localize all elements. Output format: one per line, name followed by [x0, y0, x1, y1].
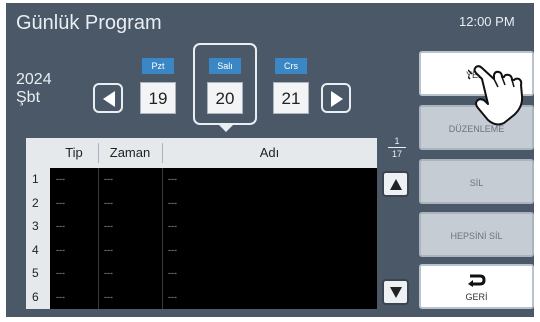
weekday-label: Şbt	[16, 89, 41, 106]
daily-program-screen: Günlük Program 12:00 PM 2024 Şbt Pzt 19 …	[6, 3, 534, 317]
clock: 12:00 PM	[459, 14, 515, 29]
table-header: Tip Zaman Adı	[26, 138, 377, 168]
back-label: GERİ	[465, 292, 488, 302]
schedule-table: Tip Zaman Adı 1 --- --- --- 2 --- --- --…	[26, 138, 377, 309]
cell-tip: ---	[56, 268, 65, 278]
cell-adi: ---	[168, 221, 177, 231]
cell-zaman: ---	[104, 291, 113, 302]
header-divider	[162, 143, 163, 163]
year-label: 2024	[16, 71, 52, 88]
cell-adi: ---	[168, 197, 177, 208]
column-zaman: Zaman	[109, 145, 151, 160]
date-display: 2024 Şbt	[16, 71, 52, 107]
page-indicator: 1 17	[386, 136, 408, 159]
cell-tip: ---	[56, 197, 65, 208]
day-19[interactable]: 19	[140, 82, 176, 114]
cell-adi: ---	[168, 244, 177, 255]
day-21[interactable]: 21	[273, 82, 309, 114]
triangle-left-icon	[103, 91, 115, 107]
header-divider	[98, 143, 99, 163]
cell-adi: ---	[168, 268, 177, 278]
page-title: Günlük Program	[16, 12, 162, 34]
page-total: 17	[391, 149, 402, 159]
cell-tip: ---	[56, 244, 65, 255]
cell-tip: ---	[56, 221, 65, 231]
cell-adi: ---	[168, 174, 177, 184]
row-number: 4	[26, 238, 50, 262]
row-number: 3	[26, 215, 50, 239]
cell-zaman: ---	[104, 221, 113, 231]
page-divider	[388, 147, 406, 148]
triangle-right-icon	[331, 91, 343, 107]
delete-all-button[interactable]: HEPSİNİ SİL	[419, 212, 534, 257]
scroll-up-button[interactable]	[382, 171, 409, 197]
cell-zaman: ---	[104, 244, 113, 255]
next-day-button[interactable]	[321, 83, 351, 113]
back-button[interactable]: GERİ	[419, 264, 534, 309]
column-adi: Adı	[259, 145, 280, 160]
return-arrow-icon	[468, 274, 486, 287]
triangle-up-icon	[390, 179, 402, 190]
delete-button[interactable]: SİL	[419, 159, 534, 204]
cell-adi: ---	[168, 291, 177, 302]
day-label-pzt: Pzt	[142, 58, 174, 74]
cell-zaman: ---	[104, 268, 113, 278]
prev-day-button[interactable]	[93, 83, 123, 113]
cell-zaman: ---	[104, 174, 113, 184]
cell-tip: ---	[56, 291, 65, 302]
cell-zaman: ---	[104, 197, 113, 208]
column-tip: Tip	[65, 145, 83, 160]
selected-day-frame	[193, 43, 257, 125]
row-number: 5	[26, 262, 50, 286]
scroll-down-button[interactable]	[382, 279, 409, 305]
cell-tip: ---	[56, 174, 65, 184]
selected-day-pointer	[218, 124, 234, 132]
day-label-crs: Crs	[275, 58, 307, 74]
column-divider	[162, 168, 163, 309]
row-number: 6	[26, 285, 50, 309]
row-number: 2	[26, 191, 50, 215]
hand-pointer-icon	[468, 65, 524, 126]
column-divider	[98, 168, 99, 309]
page-current: 1	[394, 136, 400, 146]
row-number: 1	[26, 168, 50, 192]
triangle-down-icon	[390, 287, 402, 298]
